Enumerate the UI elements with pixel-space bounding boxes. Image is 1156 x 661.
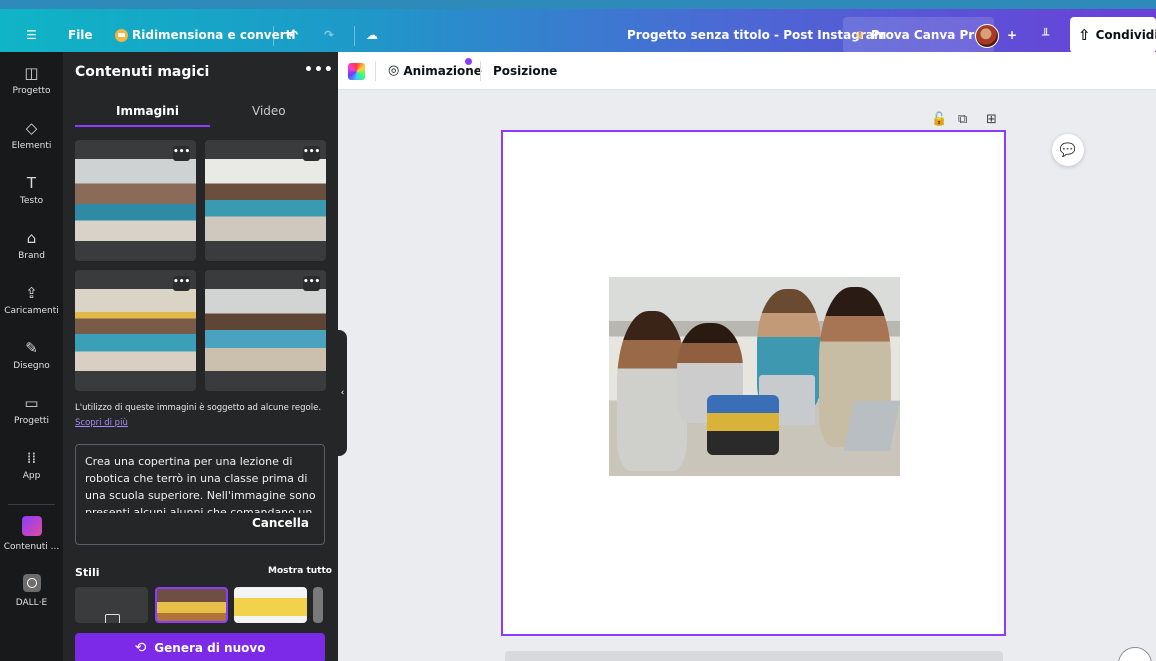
animation-icon: ◎ [388,63,400,78]
generated-image-3[interactable]: ••• [75,270,196,391]
animation-label: Animazione [403,63,482,78]
rail-item-label: Caricamenti [4,306,59,316]
rail-item-uploads[interactable]: ⇪ Caricamenti [0,284,63,316]
divider [375,61,376,81]
more-options-icon[interactable]: ••• [304,62,334,78]
left-rail: ◫ Progetto ◇ Elementi T Testo ⌂ Brand ⇪ … [0,52,63,661]
magic-media-icon [21,516,42,536]
rail-item-label: Progetti [13,416,50,426]
rail-divider [8,504,55,505]
generated-image-2[interactable]: ••• [205,140,326,261]
generated-image-preview [75,159,196,241]
magic-media-panel: Contenuti magici ••• Immagini Video ••• … [63,52,338,661]
crown-icon [115,28,128,42]
active-tab-indicator [75,125,210,127]
duplicate-page-icon[interactable]: ⧉ [958,112,967,127]
refresh-icon: ⟲ [134,640,147,656]
generated-image-preview [205,159,326,241]
crown-icon: ♛ [855,28,865,42]
new-feature-dot [465,58,472,65]
style-option[interactable] [313,587,323,623]
generate-again-label: Genera di nuovo [154,641,266,655]
prompt-text[interactable]: Crea una copertina per una lezione di ro… [85,453,317,513]
rail-item-dalle[interactable]: DALL·E [0,574,63,608]
usage-notice: L'utilizzo di queste immagini è soggetto… [75,403,322,413]
generated-image-4[interactable]: ••• [205,270,326,391]
try-canva-pro-button[interactable]: ♛ Prova Canva Pro [843,17,995,53]
generated-image-1[interactable]: ••• [75,140,196,261]
style-option[interactable] [234,587,307,623]
avatar[interactable] [975,24,999,48]
divider [273,26,274,46]
dalle-icon [22,574,41,592]
rail-item-magic-media[interactable]: Contenuti ... [0,516,63,552]
rail-item-label: Progetto [12,86,51,96]
divider [480,61,481,81]
editor-toolbar: ◎ Animazione Posizione [338,52,1156,90]
rail-item-label: Brand [18,251,45,261]
panel-title: Contenuti magici [75,64,210,80]
more-options-icon[interactable]: ••• [303,276,320,291]
rail-item-project[interactable]: ◫ Progetto [0,64,63,96]
canvas-image[interactable] [609,277,900,476]
share-button-label: Condividi [1095,28,1156,42]
rail-item-brand[interactable]: ⌂ Brand [0,229,63,261]
rail-item-label: Elementi [11,141,52,151]
learn-more-link[interactable]: Scopri di più [75,418,128,428]
rail-item-label: Disegno [13,361,50,371]
rail-item-apps[interactable]: ⁞⁞ App [0,449,63,481]
try-canva-pro-label: Prova Canva Pro [870,28,983,42]
photo-robot [707,395,779,455]
rail-item-label: DALL·E [15,598,48,608]
pen-icon: ✎ [25,339,38,357]
tab-video[interactable]: Video [252,104,286,118]
generated-image-preview [205,289,326,371]
rail-item-label: Contenuti ... [3,542,60,552]
share-icon: ⇧ [1078,26,1091,44]
folder-icon: ▭ [24,394,39,412]
rail-item-label: App [22,471,41,481]
layout-icon: ◫ [24,64,39,82]
shapes-icon: ◇ [25,119,38,137]
color-picker-icon[interactable] [348,63,365,80]
tab-images[interactable]: Immagini [116,104,179,118]
rail-item-projects[interactable]: ▭ Progetti [0,394,63,426]
more-options-icon[interactable]: ••• [303,146,320,161]
apps-grid-icon: ⁞⁞ [26,449,37,467]
upload-cloud-icon: ⇪ [25,284,38,302]
more-options-icon[interactable]: ••• [173,276,190,291]
resize-button-label: Ridimensiona e converti [132,28,296,42]
styles-heading: Stili [75,566,100,579]
chevron-left-icon: ‹ [340,388,345,398]
more-options-icon[interactable]: ••• [173,146,190,161]
photo-laptop [843,401,900,451]
brand-icon: ⌂ [26,229,37,247]
rail-item-elements[interactable]: ◇ Elementi [0,119,63,151]
generated-image-preview [75,289,196,371]
show-all-styles-link[interactable]: Mostra tutto [268,566,332,576]
add-page-icon[interactable]: ⊞ [986,112,997,127]
share-button[interactable]: ⇧ Condividi [1070,17,1156,53]
text-icon: T [26,174,37,192]
style-option-selected[interactable] [155,587,228,623]
collapse-panel-handle[interactable]: ‹ [338,330,347,456]
animation-button[interactable]: ◎ Animazione [388,63,482,78]
prompt-input[interactable]: Crea una copertina per una lezione di ro… [75,444,325,545]
generate-again-button[interactable]: ⟲ Genera di nuovo [75,633,325,661]
rail-item-draw[interactable]: ✎ Disegno [0,339,63,371]
lock-icon[interactable]: 🔓 [931,112,947,127]
position-button[interactable]: Posizione [493,64,557,78]
rail-item-label: Testo [19,196,44,206]
pages-bar[interactable] [505,651,1003,661]
style-option-none[interactable] [75,587,148,623]
cancel-button[interactable]: Cancella [252,516,309,530]
help-button[interactable] [1118,647,1152,661]
rail-item-text[interactable]: T Testo [0,174,63,206]
divider [354,26,355,46]
comment-icon[interactable]: 💬 [1052,134,1084,166]
